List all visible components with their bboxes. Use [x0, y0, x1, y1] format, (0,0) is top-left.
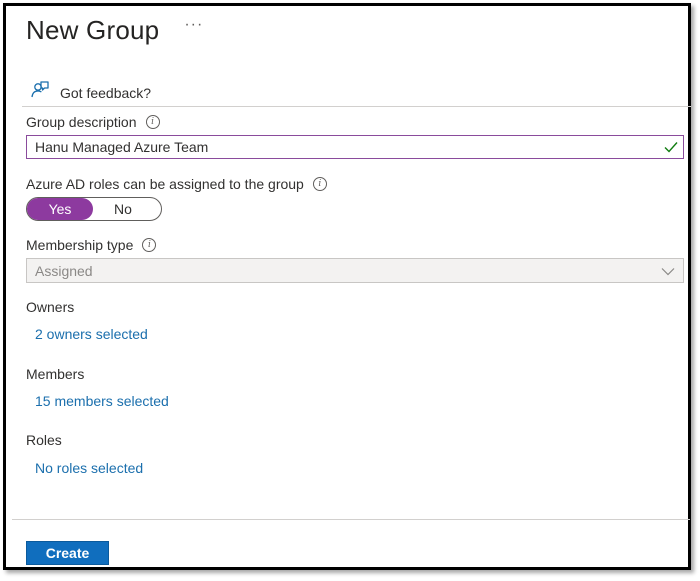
roles-label-text: Roles: [26, 432, 62, 448]
title-row: New Group ···: [26, 15, 203, 46]
roles-assignable-label: Azure AD roles can be assigned to the gr…: [26, 176, 327, 192]
new-group-panel: New Group ··· Got feedback? Group descri…: [3, 3, 691, 570]
group-description-input[interactable]: [27, 136, 635, 158]
create-button[interactable]: Create: [26, 541, 109, 565]
info-icon[interactable]: i: [312, 177, 327, 191]
roles-label: Roles: [26, 432, 62, 448]
membership-type-value: Assigned: [35, 263, 93, 279]
feedback-label: Got feedback?: [60, 84, 152, 101]
checkmark-icon: [664, 142, 678, 153]
owners-selected-link[interactable]: 2 owners selected: [35, 326, 148, 342]
group-description-field[interactable]: [26, 135, 684, 159]
group-description-label-text: Group description: [26, 114, 137, 130]
toggle-yes-option[interactable]: Yes: [27, 198, 93, 220]
page-title: New Group: [26, 15, 160, 45]
membership-type-label: Membership type i: [26, 237, 157, 253]
info-icon[interactable]: i: [142, 238, 157, 252]
members-selected-link[interactable]: 15 members selected: [35, 393, 169, 409]
roles-selected-link[interactable]: No roles selected: [35, 460, 143, 476]
chevron-down-icon: [661, 268, 675, 276]
roles-assignable-label-text: Azure AD roles can be assigned to the gr…: [26, 176, 304, 192]
members-label: Members: [26, 366, 84, 382]
more-options-button[interactable]: ···: [184, 16, 203, 34]
feedback-link[interactable]: Got feedback?: [30, 80, 151, 105]
feedback-person-icon: [30, 80, 50, 105]
membership-type-label-text: Membership type: [26, 237, 134, 253]
divider: [22, 106, 691, 107]
roles-assignable-toggle[interactable]: Yes No: [26, 197, 162, 221]
footer-divider: [12, 519, 690, 520]
toggle-no-option[interactable]: No: [93, 198, 161, 220]
membership-type-dropdown[interactable]: Assigned: [26, 258, 684, 283]
group-description-label: Group description i: [26, 114, 160, 130]
members-label-text: Members: [26, 366, 85, 382]
owners-label-text: Owners: [26, 299, 75, 315]
owners-label: Owners: [26, 299, 74, 315]
info-icon[interactable]: i: [145, 115, 160, 129]
